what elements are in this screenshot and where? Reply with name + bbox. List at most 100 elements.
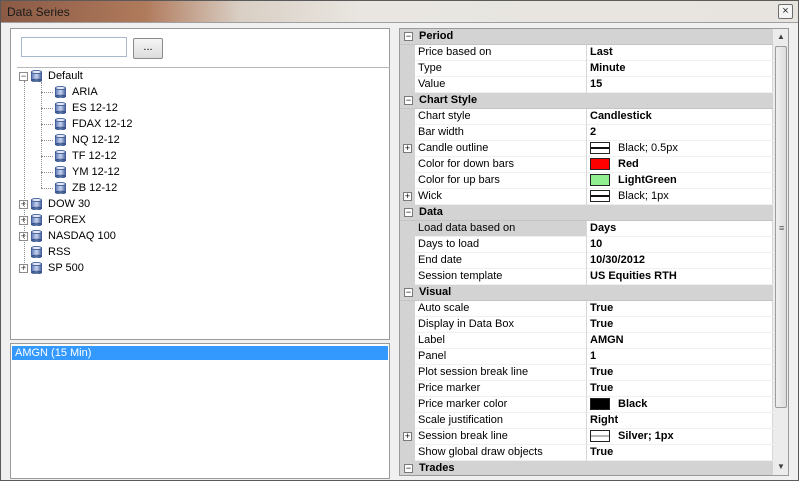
column-divider[interactable] — [586, 77, 587, 93]
collapse-icon[interactable]: − — [404, 96, 413, 105]
column-divider[interactable] — [586, 413, 587, 429]
property-row[interactable]: Load data based on Days — [400, 221, 773, 237]
collapse-icon[interactable]: − — [404, 208, 413, 217]
property-value[interactable]: US Equities RTH — [590, 270, 677, 282]
property-row[interactable]: Color for down bars Red — [400, 157, 773, 173]
column-divider[interactable] — [586, 429, 587, 445]
property-value[interactable]: Minute — [590, 62, 625, 74]
scroll-up-icon[interactable]: ▲ — [774, 30, 788, 44]
scroll-thumb[interactable]: ≡ — [775, 46, 787, 408]
collapse-icon[interactable]: − — [404, 288, 413, 297]
category-row[interactable]: − Data — [400, 205, 773, 221]
column-divider[interactable] — [586, 61, 587, 77]
column-divider[interactable] — [586, 269, 587, 285]
category-row[interactable]: − Visual — [400, 285, 773, 301]
search-input[interactable] — [21, 37, 127, 57]
column-divider[interactable] — [586, 141, 587, 157]
close-button[interactable]: × — [778, 4, 793, 19]
column-divider[interactable] — [586, 173, 587, 189]
property-row[interactable]: + Session break line Silver; 1px — [400, 429, 773, 445]
tree-node[interactable]: TF 12-12 — [55, 148, 117, 164]
expand-icon[interactable]: + — [403, 192, 412, 201]
property-value[interactable]: 10/30/2012 — [590, 254, 645, 266]
column-divider[interactable] — [586, 189, 587, 205]
property-value[interactable]: True — [590, 366, 613, 378]
property-row[interactable]: Value 15 — [400, 77, 773, 93]
property-value[interactable]: Red — [590, 157, 639, 170]
property-value[interactable]: Black; 1px — [590, 189, 669, 202]
collapse-icon[interactable]: − — [19, 71, 28, 81]
tree-node[interactable]: YM 12-12 — [55, 164, 120, 180]
expand-icon[interactable]: + — [403, 432, 412, 441]
property-value[interactable]: Right — [590, 414, 618, 426]
property-row[interactable]: Panel 1 — [400, 349, 773, 365]
property-value[interactable]: Silver; 1px — [590, 429, 674, 442]
tree-node[interactable]: ES 12-12 — [55, 100, 118, 116]
property-row[interactable]: Days to load 10 — [400, 237, 773, 253]
property-value[interactable]: Black — [590, 397, 647, 410]
property-value[interactable]: Days — [590, 222, 616, 234]
property-value[interactable]: 2 — [590, 126, 596, 138]
column-divider[interactable] — [586, 397, 587, 413]
property-row[interactable]: Session template US Equities RTH — [400, 269, 773, 285]
property-value[interactable]: 10 — [590, 238, 602, 250]
tree-node[interactable]: FDAX 12-12 — [55, 116, 133, 132]
tree-node[interactable]: − Default — [19, 68, 83, 84]
tree-node[interactable]: + SP 500 — [19, 260, 84, 276]
column-divider[interactable] — [586, 349, 587, 365]
collapse-icon[interactable]: − — [404, 464, 413, 473]
property-value[interactable]: True — [590, 318, 613, 330]
property-row[interactable]: Label AMGN — [400, 333, 773, 349]
column-divider[interactable] — [586, 445, 587, 461]
column-divider[interactable] — [586, 365, 587, 381]
tree-node[interactable]: ARIA — [55, 84, 98, 100]
series-list-item[interactable]: AMGN (15 Min) — [12, 346, 388, 360]
collapse-icon[interactable]: − — [404, 32, 413, 41]
property-row[interactable]: Color for up bars LightGreen — [400, 173, 773, 189]
property-row[interactable]: Chart style Candlestick — [400, 109, 773, 125]
property-value[interactable]: True — [590, 446, 613, 458]
column-divider[interactable] — [586, 317, 587, 333]
column-divider[interactable] — [586, 381, 587, 397]
category-row[interactable]: − Period — [400, 29, 773, 45]
property-row[interactable]: Plot session break line True — [400, 365, 773, 381]
tree-node[interactable]: NQ 12-12 — [55, 132, 120, 148]
property-row[interactable]: End date 10/30/2012 — [400, 253, 773, 269]
title-bar[interactable]: Data Series × — [1, 1, 798, 23]
browse-button[interactable]: ... — [133, 38, 163, 59]
property-row[interactable]: + Candle outline Black; 0.5px — [400, 141, 773, 157]
property-row[interactable]: Price marker color Black — [400, 397, 773, 413]
property-value[interactable]: Last — [590, 46, 613, 58]
expand-icon[interactable]: + — [403, 144, 412, 153]
property-row[interactable]: Price based on Last — [400, 45, 773, 61]
column-divider[interactable] — [586, 125, 587, 141]
column-divider[interactable] — [586, 301, 587, 317]
category-row[interactable]: − Chart Style — [400, 93, 773, 109]
property-value[interactable]: 15 — [590, 78, 602, 90]
property-row[interactable]: Show global draw objects True — [400, 445, 773, 461]
property-row[interactable]: Price marker True — [400, 381, 773, 397]
property-value[interactable]: True — [590, 302, 613, 314]
property-row[interactable]: Auto scale True — [400, 301, 773, 317]
property-row[interactable]: Bar width 2 — [400, 125, 773, 141]
column-divider[interactable] — [586, 253, 587, 269]
column-divider[interactable] — [586, 45, 587, 61]
column-divider[interactable] — [586, 157, 587, 173]
tree-node[interactable]: ZB 12-12 — [55, 180, 117, 196]
category-row[interactable]: − Trades — [400, 461, 773, 475]
tree-node[interactable]: + FOREX — [19, 212, 86, 228]
tree-node[interactable]: + DOW 30 — [19, 196, 90, 212]
property-row[interactable]: Display in Data Box True — [400, 317, 773, 333]
property-row[interactable]: Type Minute — [400, 61, 773, 77]
column-divider[interactable] — [586, 109, 587, 125]
column-divider[interactable] — [586, 221, 587, 237]
scroll-down-icon[interactable]: ▼ — [774, 460, 788, 474]
property-value[interactable]: 1 — [590, 350, 596, 362]
property-row[interactable]: + Wick Black; 1px — [400, 189, 773, 205]
tree-node[interactable]: RSS — [19, 244, 71, 260]
property-grid-scrollbar[interactable]: ▲ ≡ ▼ — [772, 29, 788, 475]
property-value[interactable]: Black; 0.5px — [590, 141, 678, 154]
column-divider[interactable] — [586, 237, 587, 253]
column-divider[interactable] — [586, 333, 587, 349]
property-value[interactable]: Candlestick — [590, 110, 652, 122]
